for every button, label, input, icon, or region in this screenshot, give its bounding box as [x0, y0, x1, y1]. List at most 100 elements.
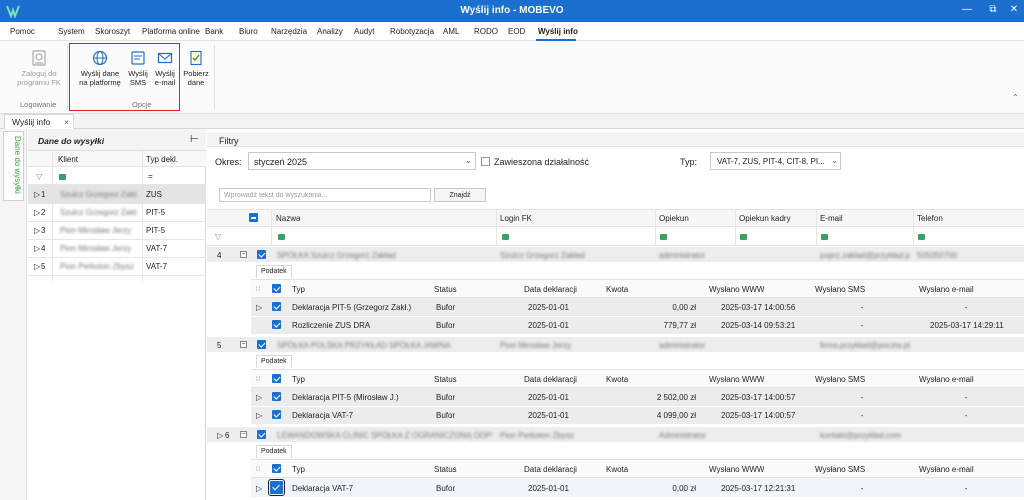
column-wyslano-www[interactable]: Wysłano WWW: [709, 285, 764, 294]
row-expand-icon[interactable]: ▷: [34, 244, 40, 253]
row-expand-icon[interactable]: ▷: [34, 190, 40, 199]
filter-contains-icon[interactable]: [821, 234, 828, 240]
menu-eod[interactable]: EOD: [508, 27, 525, 36]
collapse-ribbon-icon[interactable]: ⌃: [1012, 93, 1019, 102]
column-kwota[interactable]: Kwota: [606, 375, 628, 384]
column-klient[interactable]: Klient: [58, 155, 78, 164]
filter-contains-icon[interactable]: [502, 234, 509, 240]
menu-narzedzia[interactable]: Narzędzia: [271, 27, 307, 36]
column-status[interactable]: Status: [434, 465, 457, 474]
menu-aml[interactable]: AML: [443, 27, 459, 36]
collapse-icon[interactable]: −: [240, 251, 247, 258]
collapse-icon[interactable]: −: [240, 341, 247, 348]
column-wyslano-sms[interactable]: Wysłano SMS: [815, 375, 865, 384]
row-expand-icon[interactable]: ▷: [34, 208, 40, 217]
column-wyslano-email[interactable]: Wysłano e-mail: [919, 375, 974, 384]
group-checkbox[interactable]: [257, 430, 266, 439]
filter-contains-icon[interactable]: [59, 174, 66, 180]
declaration-amount: 2 502,00 zł: [656, 393, 696, 402]
column-data-deklaracji[interactable]: Data deklaracji: [524, 285, 577, 294]
row-expand-icon[interactable]: ▷: [34, 262, 40, 271]
column-telefon[interactable]: Telefon: [917, 214, 943, 223]
column-kwota[interactable]: Kwota: [606, 285, 628, 294]
collapse-icon[interactable]: −: [240, 431, 247, 438]
menu-wyslij-info[interactable]: Wyślij info: [538, 27, 578, 36]
restore-button[interactable]: ⧉: [985, 4, 1001, 15]
column-typ[interactable]: Typ: [292, 465, 305, 474]
row-checkbox[interactable]: [272, 392, 281, 401]
menu-biuro[interactable]: Biuro: [239, 27, 258, 36]
menu-analizy[interactable]: Analizy: [317, 27, 343, 36]
menu-skoroszyt[interactable]: Skoroszyt: [95, 27, 130, 36]
menu-rodo[interactable]: RODO: [474, 27, 498, 36]
search-input[interactable]: Wprowadź tekst do wyszukania...: [219, 188, 431, 202]
login-fk: Pion Mirosław Jerzy: [500, 341, 572, 350]
column-nazwa[interactable]: Nazwa: [276, 214, 300, 223]
select-all-checkbox[interactable]: [272, 464, 281, 473]
column-wyslano-www[interactable]: Wysłano WWW: [709, 465, 764, 474]
menu-system[interactable]: System: [58, 27, 85, 36]
menu-pomoc[interactable]: Pomoc: [10, 27, 35, 36]
row-expand-icon[interactable]: ▷: [217, 431, 223, 440]
resize-icon[interactable]: ∷: [256, 465, 260, 473]
select-all-checkbox[interactable]: [272, 374, 281, 383]
column-status[interactable]: Status: [434, 375, 457, 384]
filter-contains-icon[interactable]: [660, 234, 667, 240]
column-typ[interactable]: Typ: [292, 375, 305, 384]
search-button[interactable]: Znajdź: [434, 188, 486, 202]
document-tab-wyslij-info[interactable]: Wyślij info ×: [4, 114, 74, 129]
resize-icon[interactable]: ∷: [256, 285, 260, 293]
column-data-deklaracji[interactable]: Data deklaracji: [524, 465, 577, 474]
column-data-deklaracji[interactable]: Data deklaracji: [524, 375, 577, 384]
row-expand-icon[interactable]: ▷: [256, 484, 262, 493]
close-tab-icon[interactable]: ×: [64, 117, 69, 127]
column-wyslano-email[interactable]: Wysłano e-mail: [919, 285, 974, 294]
row-expand-icon[interactable]: ▷: [256, 303, 262, 312]
column-wyslano-sms[interactable]: Wysłano SMS: [815, 465, 865, 474]
group-checkbox[interactable]: [257, 340, 266, 349]
column-kwota[interactable]: Kwota: [606, 465, 628, 474]
column-status[interactable]: Status: [434, 285, 457, 294]
column-typ-dekl[interactable]: Typ dekl.: [146, 155, 178, 164]
subtab-podatek[interactable]: Podatek: [256, 355, 292, 368]
column-typ[interactable]: Typ: [292, 285, 305, 294]
column-login-fk[interactable]: Login FK: [500, 214, 532, 223]
subtab-podatek[interactable]: Podatek: [256, 265, 292, 278]
column-wyslano-email[interactable]: Wysłano e-mail: [919, 465, 974, 474]
type-select[interactable]: VAT-7, ZUS, PIT-4, CIT-8, PI... ⌄: [710, 152, 841, 170]
column-email[interactable]: E-mail: [820, 214, 843, 223]
close-window-button[interactable]: ✕: [1006, 4, 1022, 15]
row-checkbox[interactable]: [272, 320, 281, 329]
pin-panel-icon[interactable]: ⊢: [190, 134, 199, 145]
filter-equals[interactable]: =: [148, 172, 153, 181]
column-wyslano-www[interactable]: Wysłano WWW: [709, 375, 764, 384]
download-data-button[interactable]: Pobierz dane: [183, 49, 209, 87]
login-fk-button[interactable]: Zaloguj do programu FK: [14, 49, 64, 87]
filter-contains-icon[interactable]: [740, 234, 747, 240]
column-opiekun-kadry[interactable]: Opiekun kadry: [739, 214, 791, 223]
resize-icon[interactable]: ∷: [256, 375, 260, 383]
row-number: 3: [41, 226, 46, 235]
minimize-button[interactable]: —: [959, 4, 975, 15]
suspended-checkbox[interactable]: [481, 157, 490, 166]
menu-robotyzacja[interactable]: Robotyzacja: [390, 27, 434, 36]
row-expand-icon[interactable]: ▷: [256, 411, 262, 420]
menu-platforma-online[interactable]: Platforma online: [142, 27, 200, 36]
row-expand-icon[interactable]: ▷: [34, 226, 40, 235]
select-all-checkbox[interactable]: [249, 213, 258, 222]
subtab-podatek[interactable]: Podatek: [256, 445, 292, 458]
row-checkbox[interactable]: [268, 479, 285, 496]
column-wyslano-sms[interactable]: Wysłano SMS: [815, 285, 865, 294]
column-opiekun[interactable]: Opiekun: [659, 214, 689, 223]
row-expand-icon[interactable]: ▷: [256, 393, 262, 402]
period-select[interactable]: styczeń 2025 ⌄: [248, 152, 476, 170]
menu-audyt[interactable]: Audyt: [354, 27, 374, 36]
filter-contains-icon[interactable]: [278, 234, 285, 240]
filter-contains-icon[interactable]: [918, 234, 925, 240]
row-checkbox[interactable]: [272, 302, 281, 311]
row-checkbox[interactable]: [272, 410, 281, 419]
menu-bank[interactable]: Bank: [205, 27, 223, 36]
select-all-checkbox[interactable]: [272, 284, 281, 293]
sent-www: 2025-03-17 14:00:57: [721, 411, 796, 420]
group-checkbox[interactable]: [257, 250, 266, 259]
